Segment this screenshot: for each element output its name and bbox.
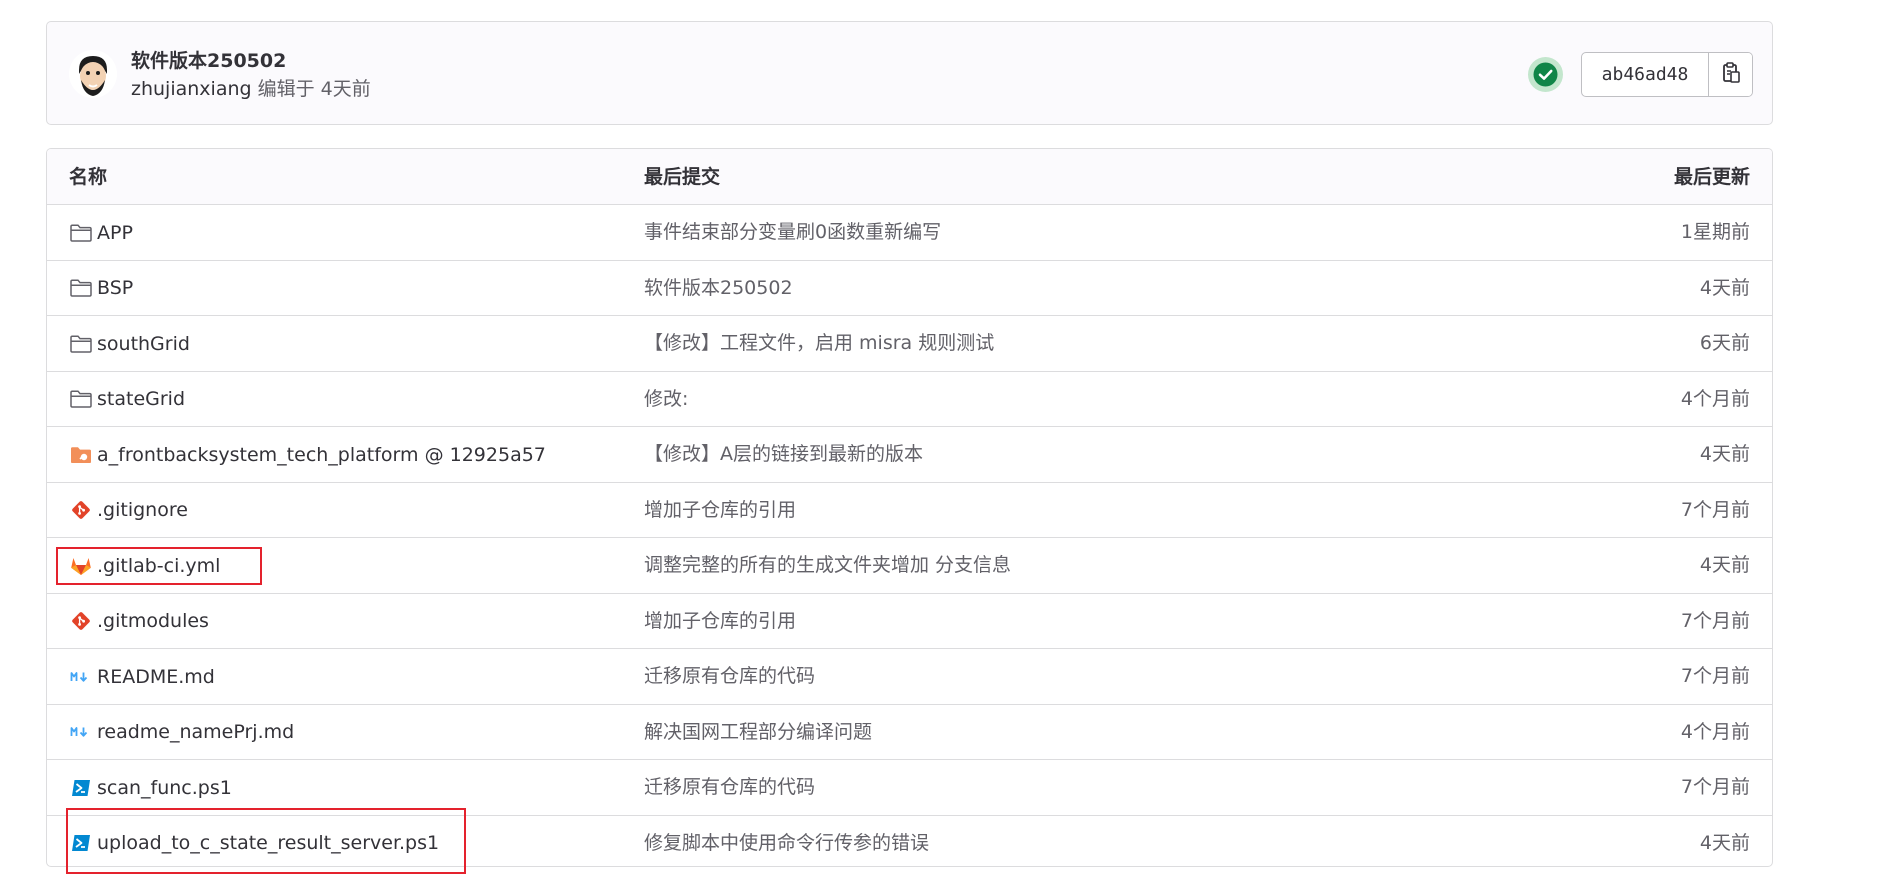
last-commit-message[interactable]: 修改: bbox=[644, 372, 688, 427]
file-name[interactable]: README.md bbox=[97, 666, 215, 688]
last-commit-panel: 软件版本250502 zhujianxiang 编辑于 4天前 ab46ad48 bbox=[46, 21, 1773, 125]
header-last-update: 最后更新 bbox=[1673, 166, 1750, 188]
header-name: 名称 bbox=[69, 166, 108, 188]
last-update-time: 1星期前 bbox=[1680, 221, 1750, 243]
last-update-time: 4个月前 bbox=[1680, 720, 1750, 743]
file-link-bsp[interactable]: BSP bbox=[69, 261, 133, 316]
table-row: .gitignore 增加子仓库的引用 7个月前 bbox=[47, 483, 1772, 538]
submodule-icon bbox=[69, 443, 93, 467]
last-update-time: 4天前 bbox=[1699, 443, 1750, 465]
last-commit-message[interactable]: 软件版本250502 bbox=[644, 261, 793, 316]
file-name[interactable]: southGrid bbox=[97, 333, 190, 355]
table-row: BSP 软件版本250502 4天前 bbox=[47, 261, 1772, 316]
commit-title[interactable]: 软件版本250502 bbox=[131, 46, 286, 73]
file-link-scan-func-ps1[interactable]: scan_func.ps1 bbox=[69, 760, 232, 815]
last-update-time: 4个月前 bbox=[1680, 387, 1750, 410]
last-update-time: 4天前 bbox=[1699, 276, 1750, 299]
powershell-icon bbox=[69, 831, 93, 855]
file-name[interactable]: scan_func.ps1 bbox=[97, 777, 232, 799]
header-last-commit: 最后提交 bbox=[644, 166, 721, 188]
file-link-app[interactable]: APP bbox=[69, 205, 133, 260]
file-link-gitlab-ci-yml[interactable]: .gitlab-ci.yml bbox=[69, 538, 220, 593]
pipeline-status-badge[interactable] bbox=[1528, 57, 1563, 92]
table-row: southGrid 【修改】工程文件，启用 misra 规则测试 6天前 bbox=[47, 316, 1772, 372]
copy-sha-button[interactable] bbox=[1709, 53, 1752, 96]
file-name[interactable]: BSP bbox=[97, 277, 133, 299]
table-row: a_frontbacksystem_tech_platform @ 12925a… bbox=[47, 427, 1772, 483]
file-name[interactable]: .gitignore bbox=[97, 499, 188, 521]
commit-time: 编辑于 4天前 bbox=[251, 78, 371, 100]
git-icon bbox=[69, 609, 93, 633]
last-update-time: 7个月前 bbox=[1680, 609, 1750, 632]
file-link-stategrid[interactable]: stateGrid bbox=[69, 372, 185, 427]
last-commit-message[interactable]: 【修改】A层的链接到最新的版本 bbox=[644, 427, 923, 482]
table-row: scan_func.ps1 迁移原有仓库的代码 7个月前 bbox=[47, 760, 1772, 816]
table-row: readme_namePrj.md 解决国网工程部分编译问题 4个月前 bbox=[47, 705, 1772, 760]
avatar[interactable] bbox=[69, 50, 117, 98]
last-commit-message[interactable]: 调整完整的所有的生成文件夹增加 分支信息 bbox=[644, 538, 1011, 593]
last-update-time: 7个月前 bbox=[1680, 665, 1750, 687]
markdown-icon bbox=[69, 665, 93, 689]
file-tree-table: 名称 最后提交 最后更新 APP 事件结束部分变量刷0函数重新编写 1星期前 BSP 软… bbox=[46, 148, 1773, 867]
gitlab-icon bbox=[69, 554, 93, 578]
table-row: APP 事件结束部分变量刷0函数重新编写 1星期前 bbox=[47, 205, 1772, 261]
last-commit-message[interactable]: 修复脚本中使用命令行传参的错误 bbox=[644, 816, 929, 867]
file-link-readme-md[interactable]: README.md bbox=[69, 649, 215, 704]
file-name[interactable]: .gitmodules bbox=[97, 610, 209, 632]
git-icon bbox=[69, 498, 93, 522]
file-link-gitmodules[interactable]: .gitmodules bbox=[69, 594, 209, 649]
file-name[interactable]: .gitlab-ci.yml bbox=[97, 555, 220, 577]
table-body: APP 事件结束部分变量刷0函数重新编写 1星期前 BSP 软件版本250502 4天前 s… bbox=[47, 205, 1772, 867]
commit-sha-group: ab46ad48 bbox=[1581, 52, 1753, 97]
file-link-gitignore[interactable]: .gitignore bbox=[69, 483, 188, 538]
file-name[interactable]: a_frontbacksystem_tech_platform @ 12925a… bbox=[97, 444, 546, 466]
file-link-upload-to-c-state-result-server-ps1[interactable]: upload_to_c_state_result_server.ps1 bbox=[69, 816, 439, 867]
last-commit-message[interactable]: 【修改】工程文件，启用 misra 规则测试 bbox=[644, 316, 994, 371]
last-commit-message[interactable]: 增加子仓库的引用 bbox=[644, 483, 796, 538]
table-row: README.md 迁移原有仓库的代码 7个月前 bbox=[47, 649, 1772, 705]
commit-sha[interactable]: ab46ad48 bbox=[1582, 53, 1709, 96]
folder-icon bbox=[69, 276, 93, 300]
table-row: upload_to_c_state_result_server.ps1 修复脚本中… bbox=[47, 816, 1772, 867]
file-name[interactable]: stateGrid bbox=[97, 388, 185, 410]
last-commit-message[interactable]: 迁移原有仓库的代码 bbox=[644, 760, 815, 815]
powershell-icon bbox=[69, 776, 93, 800]
markdown-icon bbox=[69, 720, 93, 744]
last-commit-message[interactable]: 迁移原有仓库的代码 bbox=[644, 649, 815, 704]
table-row: .gitlab-ci.yml 调整完整的所有的生成文件夹增加 分支信息 4天前 bbox=[47, 538, 1772, 594]
folder-icon bbox=[69, 332, 93, 356]
copy-icon bbox=[1721, 61, 1741, 88]
last-update-time: 7个月前 bbox=[1680, 498, 1750, 521]
last-update-time: 4天前 bbox=[1699, 831, 1750, 854]
last-commit-message[interactable]: 解决国网工程部分编译问题 bbox=[644, 705, 872, 760]
commit-author[interactable]: zhujianxiang bbox=[131, 78, 252, 100]
table-header: 名称 最后提交 最后更新 bbox=[47, 149, 1772, 205]
file-link-a-frontbacksystem-tech-platform-12925a57[interactable]: a_frontbacksystem_tech_platform @ 12925a… bbox=[69, 427, 546, 482]
last-commit-message[interactable]: 事件结束部分变量刷0函数重新编写 bbox=[644, 205, 941, 260]
file-name[interactable]: upload_to_c_state_result_server.ps1 bbox=[97, 832, 439, 854]
commit-meta: zhujianxiang 编辑于 4天前 bbox=[131, 74, 371, 101]
file-link-southgrid[interactable]: southGrid bbox=[69, 316, 190, 371]
last-update-time: 6天前 bbox=[1699, 332, 1750, 354]
last-update-time: 7个月前 bbox=[1680, 776, 1750, 798]
file-name[interactable]: APP bbox=[97, 222, 133, 244]
table-row: .gitmodules 增加子仓库的引用 7个月前 bbox=[47, 594, 1772, 649]
file-name[interactable]: readme_namePrj.md bbox=[97, 721, 294, 743]
table-row: stateGrid 修改: 4个月前 bbox=[47, 372, 1772, 427]
file-link-readme-nameprj-md[interactable]: readme_namePrj.md bbox=[69, 705, 294, 760]
folder-icon bbox=[69, 387, 93, 411]
folder-icon bbox=[69, 221, 93, 245]
last-commit-message[interactable]: 增加子仓库的引用 bbox=[644, 594, 796, 649]
last-update-time: 4天前 bbox=[1699, 554, 1750, 576]
